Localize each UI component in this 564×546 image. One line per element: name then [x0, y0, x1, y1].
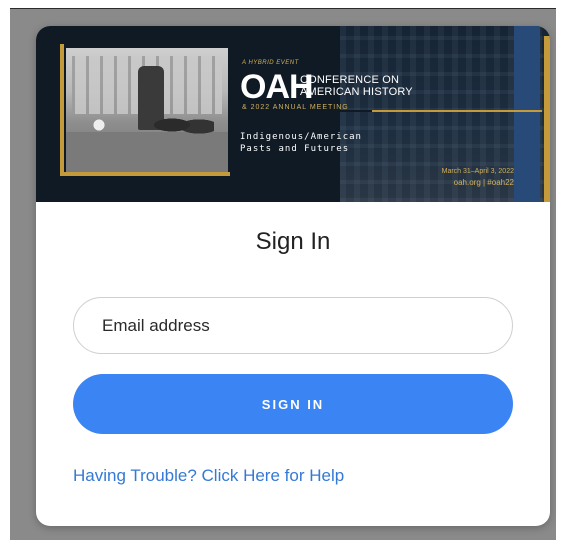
banner-divider-mask	[242, 110, 372, 112]
sign-in-modal: A HYBRID EVENT OAH CONFERENCE ON AMERICA…	[36, 26, 550, 526]
historic-statue-photo	[66, 48, 228, 172]
conference-banner: A HYBRID EVENT OAH CONFERENCE ON AMERICA…	[36, 26, 550, 202]
banner-theme-line2: Pasts and Futures	[240, 144, 350, 154]
photo-rider	[88, 114, 110, 136]
banner-blue-strip	[514, 26, 540, 202]
page-title: Sign In	[255, 228, 331, 255]
banner-tagline: A HYBRID EVENT	[242, 60, 299, 66]
banner-gold-accent	[544, 36, 550, 202]
banner-conference-line1: CONFERENCE ON	[300, 74, 400, 86]
photo-horse-riders	[154, 110, 214, 140]
banner-theme-line1: Indigenous/American	[240, 132, 362, 142]
help-link[interactable]: Having Trouble? Click Here for Help	[73, 466, 344, 486]
banner-conference-line2: AMERICAN HISTORY	[300, 86, 413, 98]
email-field[interactable]	[73, 297, 513, 354]
banner-dates: March 31–April 3, 2022	[441, 168, 514, 175]
banner-website: oah.org | #oah22	[453, 178, 514, 187]
sign-in-button[interactable]: SIGN IN	[73, 374, 513, 434]
